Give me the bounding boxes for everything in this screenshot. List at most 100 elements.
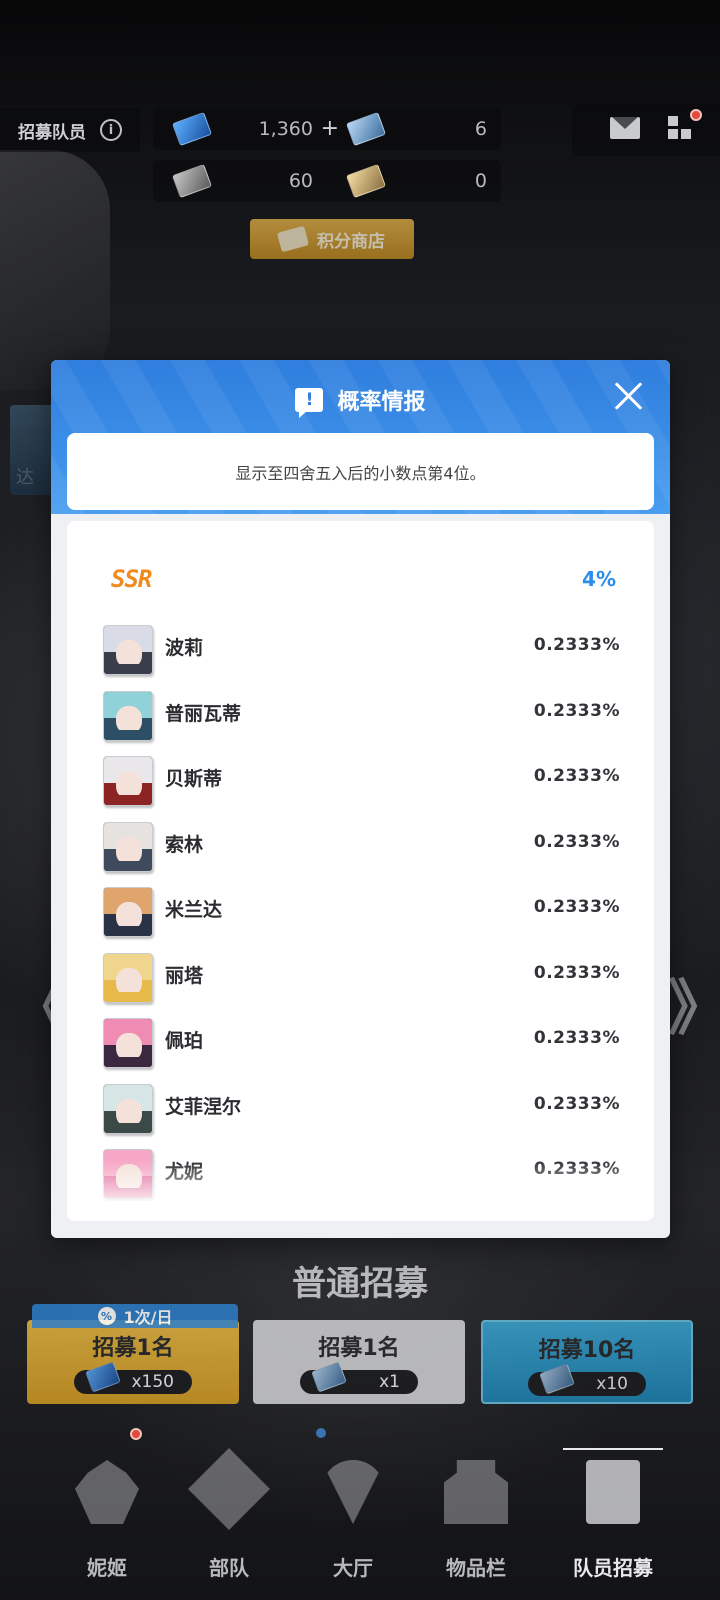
character-rate: 0.2333%: [533, 635, 620, 655]
probability-info-dialog: ! 概率情报 显示至四舍五入后的小数点第4位。 SSR 4% 波莉 0.2333%…: [51, 360, 670, 1238]
blue-ticket-icon: [171, 111, 213, 147]
ssr-badge: SSR: [111, 565, 152, 593]
nav-item-squad[interactable]: 部队: [164, 1440, 294, 1600]
character-list[interactable]: 波莉 0.2333% 普丽瓦蒂 0.2333% 贝斯蒂 0.2333% 索林 0.2333% 米…: [67, 621, 654, 1201]
character-row: 贝斯蒂 0.2333%: [67, 752, 654, 818]
blue-ticket-count: 1,360: [258, 118, 313, 140]
rounding-notice: 显示至四舍五入后的小数点第4位。: [67, 433, 654, 510]
nav-active-indicator: [563, 1448, 663, 1450]
character-portrait: [103, 756, 153, 806]
cost-value: x10: [596, 1374, 628, 1394]
alert-icon: !: [295, 388, 324, 418]
recruit-icon: [586, 1460, 640, 1524]
cost-pill: x1: [300, 1361, 418, 1394]
character-row: 丽塔 0.2333%: [67, 949, 654, 1015]
character-name: 佩珀: [165, 1030, 204, 1052]
nav-item-lobby[interactable]: 大厅: [288, 1440, 418, 1600]
character-name: 普丽瓦蒂: [165, 702, 242, 725]
cost-value: x1: [379, 1372, 400, 1392]
daily-limit-tag: % 1次/日: [32, 1304, 238, 1328]
character-row: 索林 0.2333%: [67, 818, 654, 884]
character-name: 波莉: [165, 637, 204, 659]
nav-label: 妮姬: [87, 1556, 127, 1580]
recruit-1-daily-button[interactable]: 招募1名 x150: [27, 1320, 239, 1404]
character-rate: 0.2333%: [533, 766, 620, 786]
blue-silver-ticket-icon: [311, 1361, 347, 1393]
scroll-fade: [67, 1161, 654, 1221]
info-icon[interactable]: i: [100, 119, 122, 141]
page-title: 招募队员: [18, 122, 86, 143]
character-row: 佩珀 0.2333%: [67, 1014, 654, 1080]
nav-item-inventory[interactable]: 物品栏: [411, 1440, 541, 1600]
nav-label: 队员招募: [573, 1556, 653, 1580]
currency-bar-row-2: 60 0: [153, 160, 501, 202]
currency-bar-row-1: 1,360 + 6: [153, 108, 501, 150]
recruit-10-button[interactable]: 招募10名 x10: [481, 1320, 693, 1404]
character-rate: 0.2333%: [533, 897, 620, 917]
character-portrait: [103, 690, 153, 741]
notification-dot: [690, 109, 702, 121]
nav-item-recruit[interactable]: 队员招募: [548, 1440, 678, 1600]
grey-ticket-icon: [171, 163, 213, 199]
gold-ticket-count: 0: [474, 170, 487, 192]
menu-grid-icon[interactable]: [668, 116, 692, 140]
points-shop-label: 积分商店: [317, 231, 385, 252]
character-portrait: [103, 625, 153, 675]
next-banner-arrow[interactable]: 》: [668, 960, 720, 1047]
dialog-title-bar: ! 概率情报: [51, 378, 670, 422]
nav-label: 物品栏: [446, 1556, 506, 1580]
character-portrait: [103, 821, 153, 872]
character-rate: 0.2333%: [533, 1093, 620, 1114]
nav-label: 部队: [209, 1556, 249, 1580]
character-rate: 0.2333%: [533, 962, 620, 983]
character-rate: 0.2333%: [533, 831, 620, 852]
character-row: 波莉 0.2333%: [67, 621, 654, 687]
recruit-button-label: 招募1名: [92, 1336, 174, 1361]
character-portrait: [103, 1083, 153, 1134]
character-portrait: [103, 887, 153, 937]
nav-label: 大厅: [333, 1556, 373, 1580]
cost-value: x150: [131, 1372, 174, 1392]
add-currency-button[interactable]: +: [321, 116, 339, 141]
close-icon[interactable]: [608, 376, 648, 416]
character-portrait: [103, 952, 153, 1003]
dialog-title: 概率情报: [337, 390, 426, 415]
blue-silver-ticket-icon: [539, 1363, 575, 1395]
character-rate: 0.2333%: [533, 1028, 620, 1048]
recruit-button-label: 招募10名: [538, 1338, 636, 1363]
recruit-button-label: 招募1名: [318, 1336, 400, 1361]
character-row: 米兰达 0.2333%: [67, 883, 654, 949]
character-name: 索林: [165, 833, 204, 856]
inventory-icon: [444, 1460, 508, 1524]
nikke-icon: [75, 1460, 139, 1524]
points-shop-button[interactable]: 积分商店: [250, 219, 414, 259]
bottom-navigation: 妮姬 部队 大厅 物品栏 队员招募: [0, 1428, 720, 1600]
probability-list-card[interactable]: SSR 4% 波莉 0.2333% 普丽瓦蒂 0.2333% 贝斯蒂 0.2333% 索林 0…: [67, 521, 654, 1221]
blue-ticket-icon: [85, 1361, 121, 1393]
grey-ticket-count: 60: [288, 170, 313, 192]
blue-silver-ticket-icon: [345, 111, 387, 147]
daily-limit-label: 1次/日: [123, 1308, 173, 1327]
blue-silver-ticket-count: 6: [474, 118, 487, 140]
tier-header: SSR 4%: [67, 521, 654, 633]
gold-ticket-icon: [345, 163, 387, 199]
character-name: 米兰达: [165, 899, 223, 921]
dialog-header: ! 概率情报 显示至四舍五入后的小数点第4位。: [51, 360, 670, 514]
character-row: 普丽瓦蒂 0.2333%: [67, 687, 654, 753]
character-row: 艾菲涅尔 0.2333%: [67, 1080, 654, 1146]
nav-item-nikke[interactable]: 妮姬: [42, 1440, 172, 1600]
squad-icon: [187, 1447, 271, 1531]
character-portrait: [103, 1018, 153, 1068]
character-rate: 0.2333%: [533, 700, 620, 721]
cost-pill: x10: [528, 1363, 646, 1396]
recruit-1-button[interactable]: 招募1名 x1: [253, 1320, 465, 1404]
character-name: 贝斯蒂: [165, 768, 223, 790]
tier-percent: 4%: [582, 567, 616, 591]
notification-dot: [130, 1428, 142, 1440]
mail-icon[interactable]: [610, 117, 640, 139]
cost-pill: x150: [74, 1361, 192, 1394]
discount-icon: %: [97, 1307, 116, 1325]
recruit-section-title: 普通招募: [292, 1264, 428, 1304]
lobby-icon: [321, 1460, 385, 1524]
shop-ticket-icon: [276, 225, 310, 253]
